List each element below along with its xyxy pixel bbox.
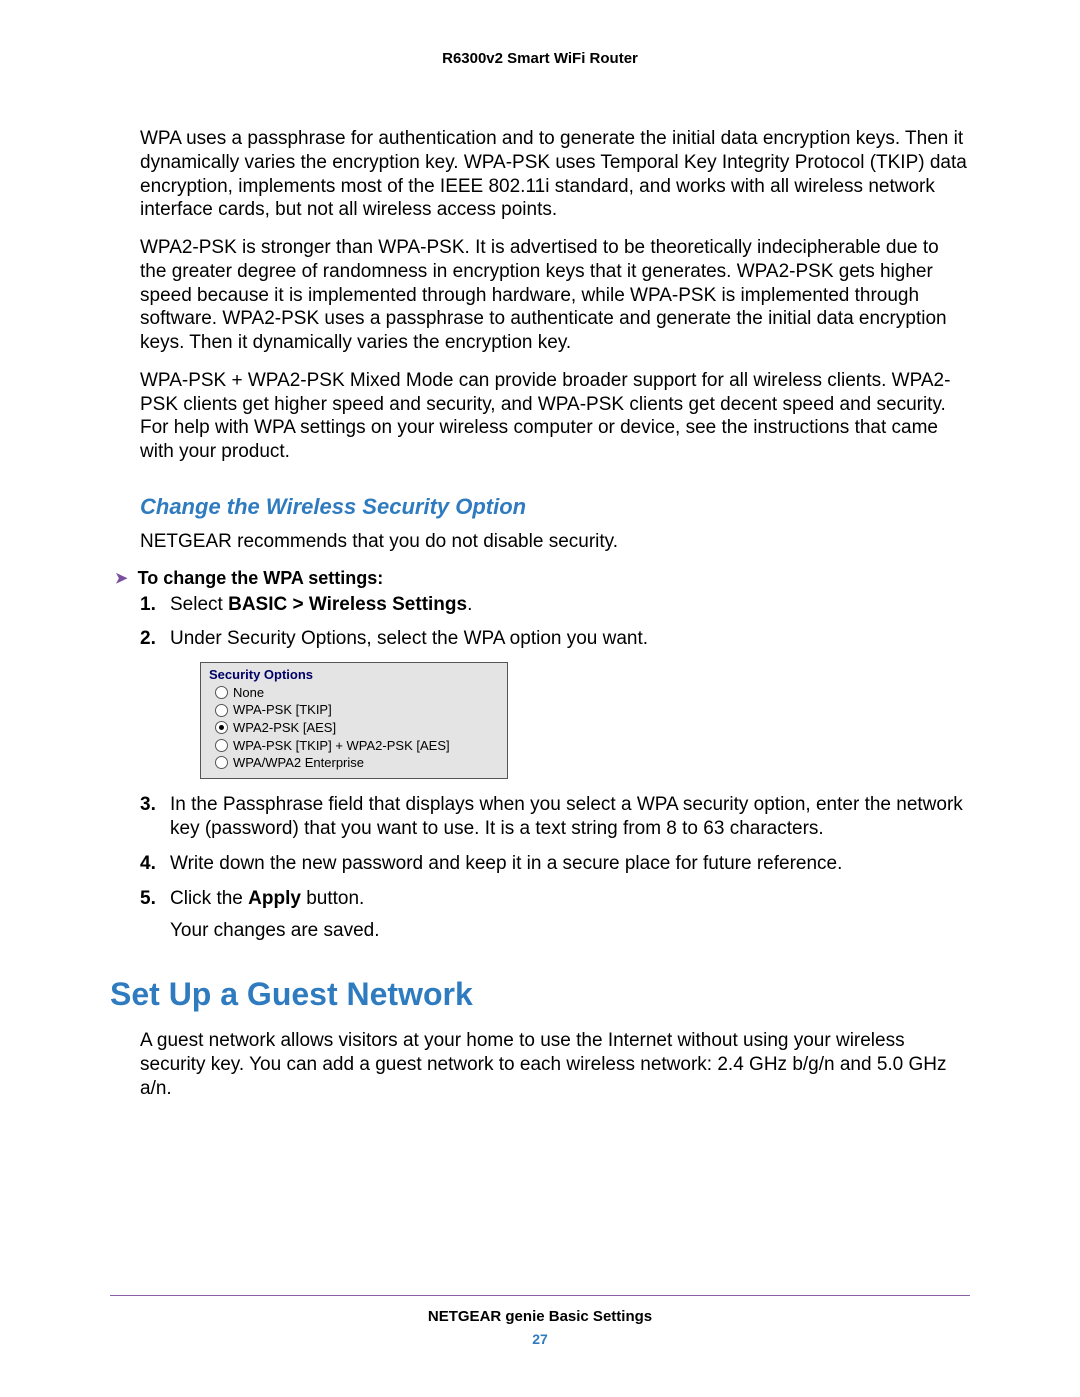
page-header: R6300v2 Smart WiFi Router bbox=[110, 50, 970, 67]
footer-page-number: 27 bbox=[110, 1331, 970, 1347]
radio-icon bbox=[215, 686, 228, 699]
procedure-title: To change the WPA settings: bbox=[138, 568, 384, 589]
step-4: Write down the new password and keep it … bbox=[140, 852, 970, 877]
radio-label: WPA-PSK [TKIP] bbox=[233, 701, 332, 719]
radio-option-wpa2-psk[interactable]: WPA2-PSK [AES] bbox=[215, 719, 499, 737]
radio-label: WPA/WPA2 Enterprise bbox=[233, 754, 364, 772]
footer-title: NETGEAR genie Basic Settings bbox=[110, 1308, 970, 1325]
recommend-text: NETGEAR recommends that you do not disab… bbox=[140, 530, 970, 554]
radio-label: None bbox=[233, 684, 264, 702]
paragraph-guest: A guest network allows visitors at your … bbox=[140, 1029, 970, 1100]
radio-label: WPA-PSK [TKIP] + WPA2-PSK [AES] bbox=[233, 737, 450, 755]
radio-option-enterprise[interactable]: WPA/WPA2 Enterprise bbox=[215, 754, 499, 772]
procedure-heading: ➤ To change the WPA settings: bbox=[115, 568, 970, 589]
content-area: WPA uses a passphrase for authentication… bbox=[140, 127, 970, 1100]
subheading-change-security: Change the Wireless Security Option bbox=[140, 494, 970, 520]
security-options-panel: Security Options None WPA-PSK [TKIP] WPA… bbox=[200, 662, 508, 779]
steps-list: Select BASIC > Wireless Settings. Under … bbox=[140, 593, 970, 652]
step-5: Click the Apply button. Your changes are… bbox=[140, 887, 970, 944]
step-5-bold: Apply bbox=[248, 888, 301, 909]
radio-icon bbox=[215, 739, 228, 752]
paragraph-wpa: WPA uses a passphrase for authentication… bbox=[140, 127, 970, 222]
radio-option-none[interactable]: None bbox=[215, 684, 499, 702]
step-1-bold: BASIC > Wireless Settings bbox=[228, 594, 467, 615]
radio-label: WPA2-PSK [AES] bbox=[233, 719, 336, 737]
security-options-title: Security Options bbox=[209, 667, 499, 682]
step-5-result: Your changes are saved. bbox=[170, 919, 970, 944]
radio-icon bbox=[215, 704, 228, 717]
triangle-arrow-icon: ➤ bbox=[115, 569, 128, 587]
page-footer: NETGEAR genie Basic Settings 27 bbox=[110, 1295, 970, 1347]
footer-rule bbox=[110, 1295, 970, 1296]
paragraph-wpa2: WPA2-PSK is stronger than WPA-PSK. It is… bbox=[140, 236, 970, 355]
heading-guest-network: Set Up a Guest Network bbox=[110, 976, 970, 1013]
document-page: R6300v2 Smart WiFi Router WPA uses a pas… bbox=[0, 0, 1080, 1397]
radio-option-mixed[interactable]: WPA-PSK [TKIP] + WPA2-PSK [AES] bbox=[215, 737, 499, 755]
radio-icon bbox=[215, 756, 228, 769]
paragraph-mixed: WPA-PSK + WPA2-PSK Mixed Mode can provid… bbox=[140, 369, 970, 464]
radio-icon-selected bbox=[215, 721, 228, 734]
radio-option-wpa-psk[interactable]: WPA-PSK [TKIP] bbox=[215, 701, 499, 719]
steps-list-continued: In the Passphrase field that displays wh… bbox=[140, 793, 970, 944]
step-2: Under Security Options, select the WPA o… bbox=[140, 627, 970, 652]
step-1: Select BASIC > Wireless Settings. bbox=[140, 593, 970, 618]
step-3: In the Passphrase field that displays wh… bbox=[140, 793, 970, 842]
